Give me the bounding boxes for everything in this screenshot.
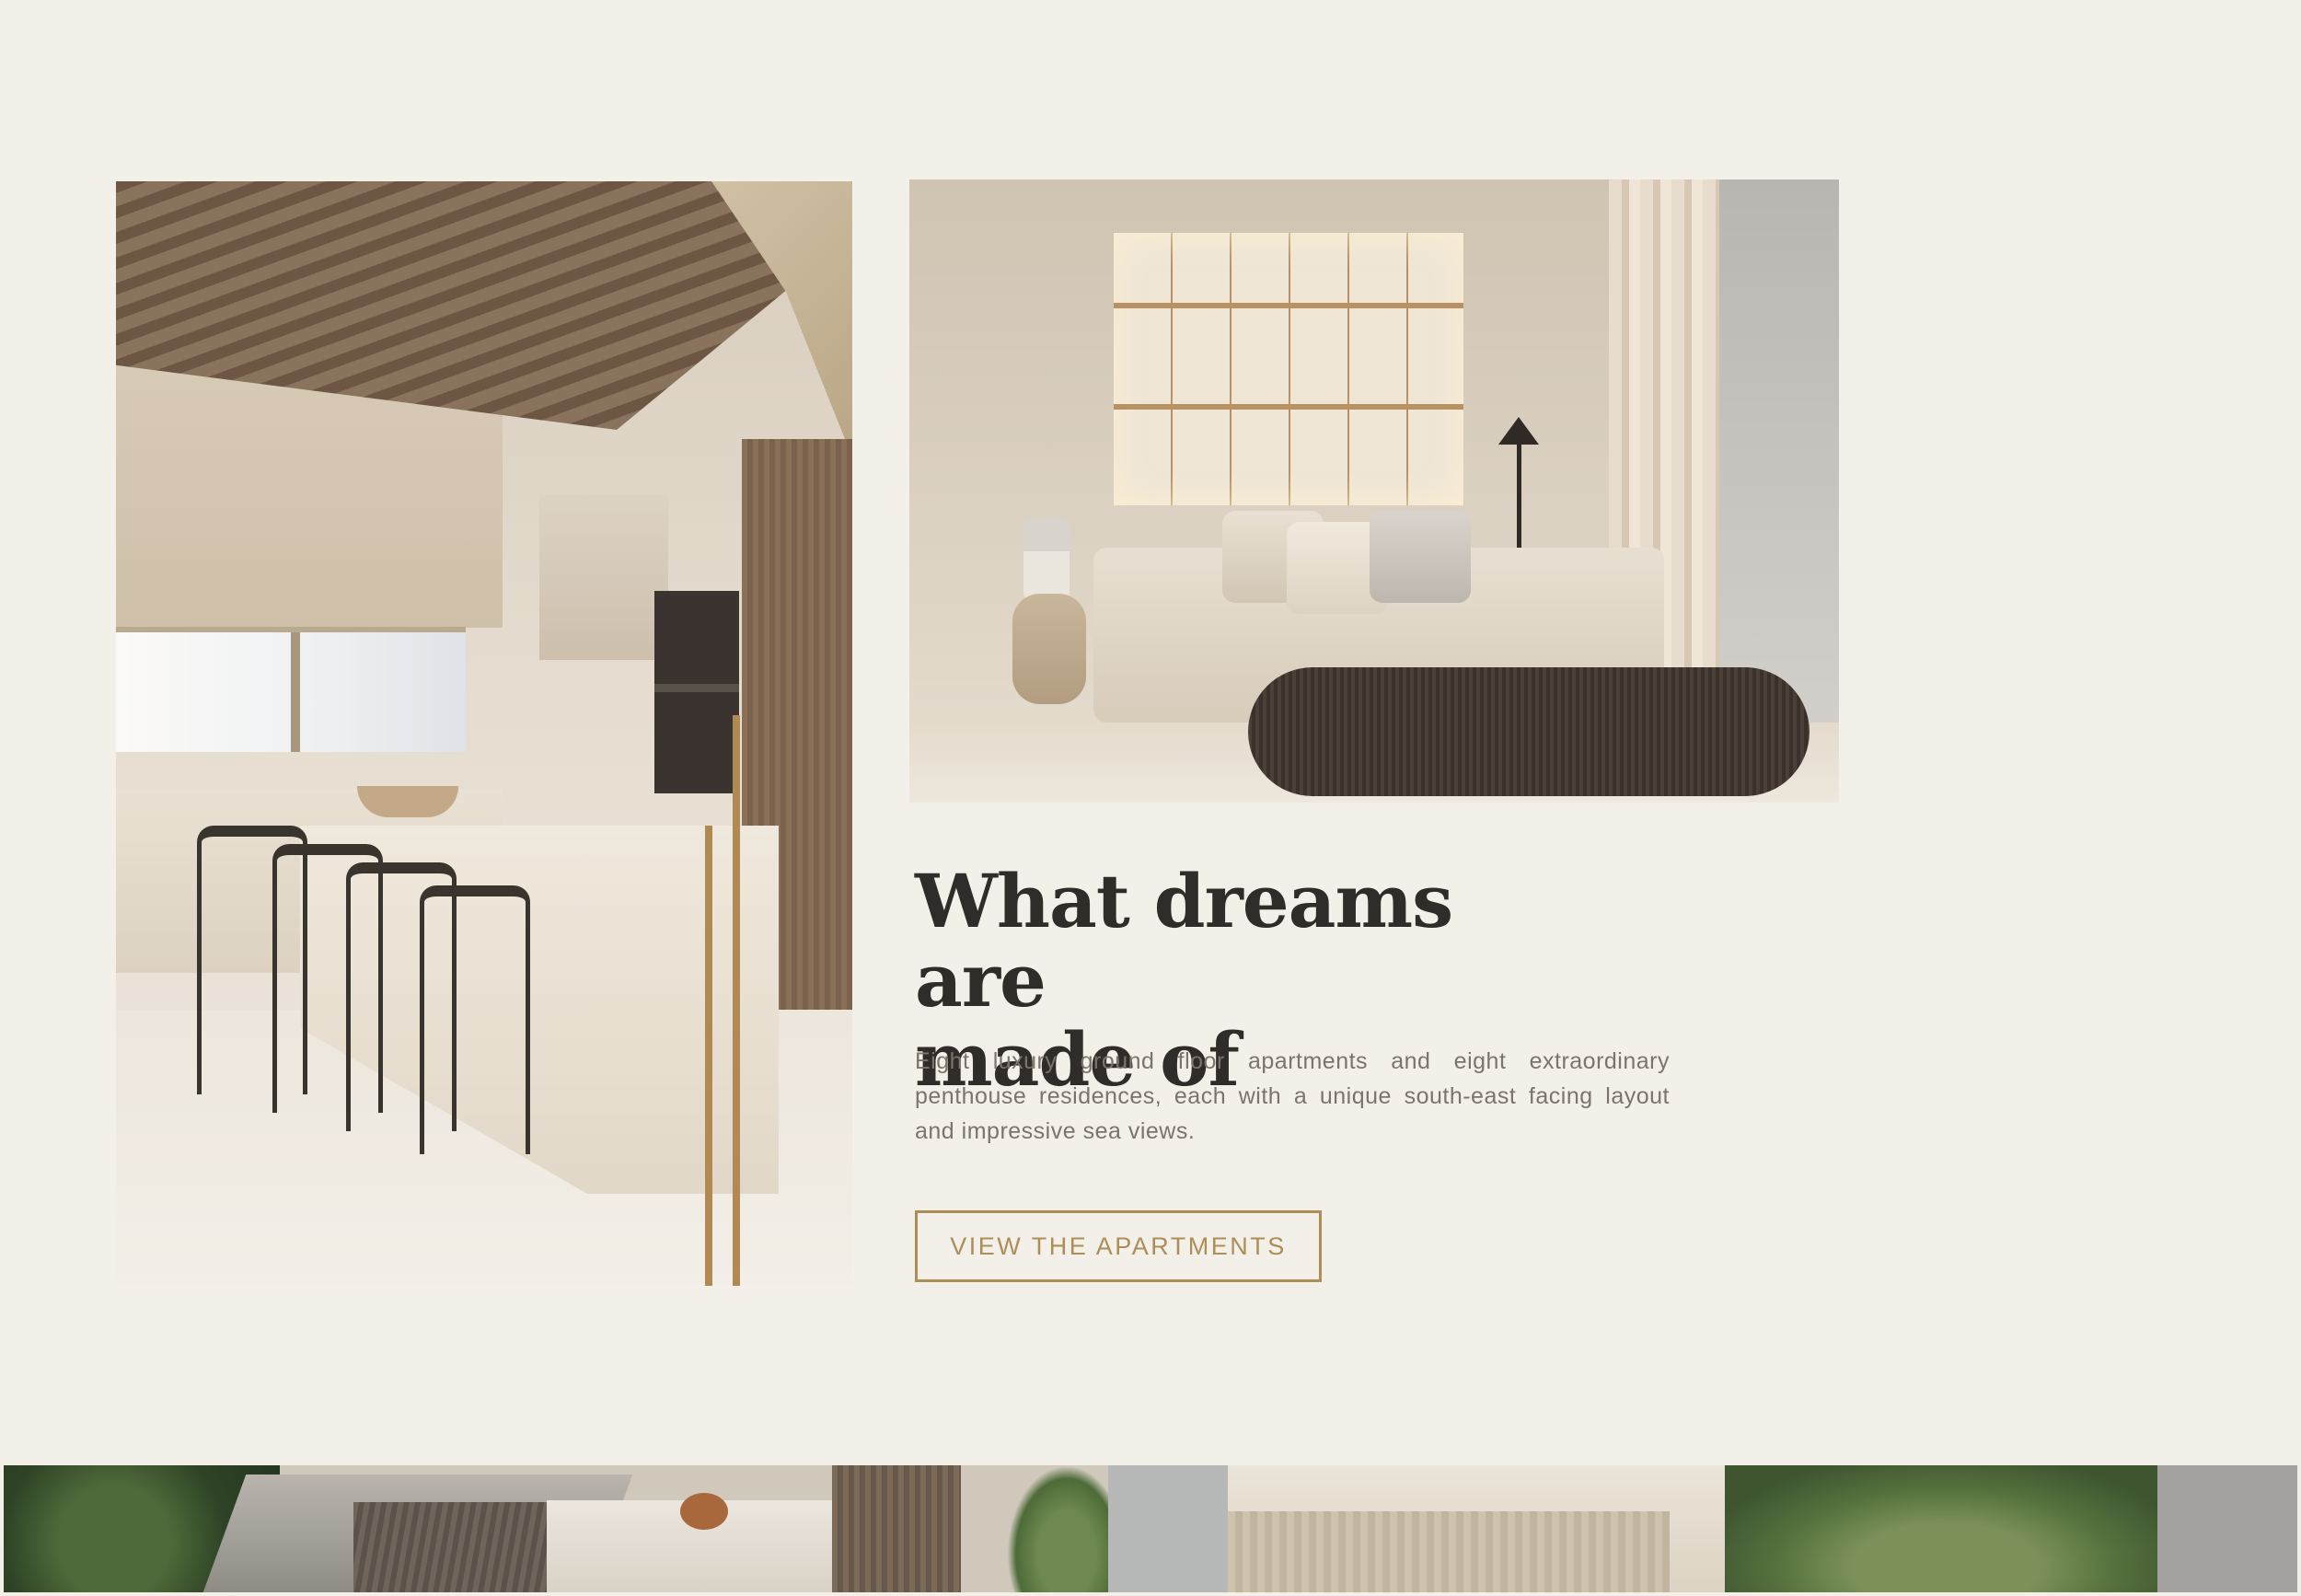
terrace-image <box>4 1465 2297 1592</box>
section-description: Eight luxury ground floor apartments and… <box>915 1048 1670 1144</box>
view-apartments-button[interactable]: VIEW THE APARTMENTS <box>915 1210 1322 1282</box>
planter-pot <box>680 1493 728 1530</box>
living-room-image <box>909 179 1839 803</box>
page-frame: What dreams are made of Eight luxury gro… <box>4 4 2297 1592</box>
coffee-table <box>1248 667 1810 796</box>
table-lamp <box>1023 518 1070 601</box>
bar-stool <box>420 885 530 1154</box>
palm-plants <box>1725 1465 2167 1592</box>
pool-edge <box>1108 1465 1237 1592</box>
kitchen-window <box>116 627 466 752</box>
stone-wall <box>2157 1465 2297 1592</box>
lamp-shade <box>1498 417 1539 445</box>
wall-shelf <box>1114 233 1463 505</box>
stair-railing <box>705 826 712 1286</box>
kitchen-image <box>116 181 852 1286</box>
kitchen-bowl <box>357 786 458 817</box>
heading-line-1: What dreams are <box>915 858 1453 1024</box>
stair-railing <box>733 715 740 1286</box>
kitchen-cabinet <box>539 494 668 660</box>
floor-lamp <box>1517 428 1521 566</box>
kitchen-ovens <box>654 591 739 793</box>
wood-deck <box>832 1465 961 1592</box>
side-table <box>1012 594 1086 704</box>
terrace-floor <box>1228 1511 1670 1592</box>
cushion <box>1370 511 1471 603</box>
